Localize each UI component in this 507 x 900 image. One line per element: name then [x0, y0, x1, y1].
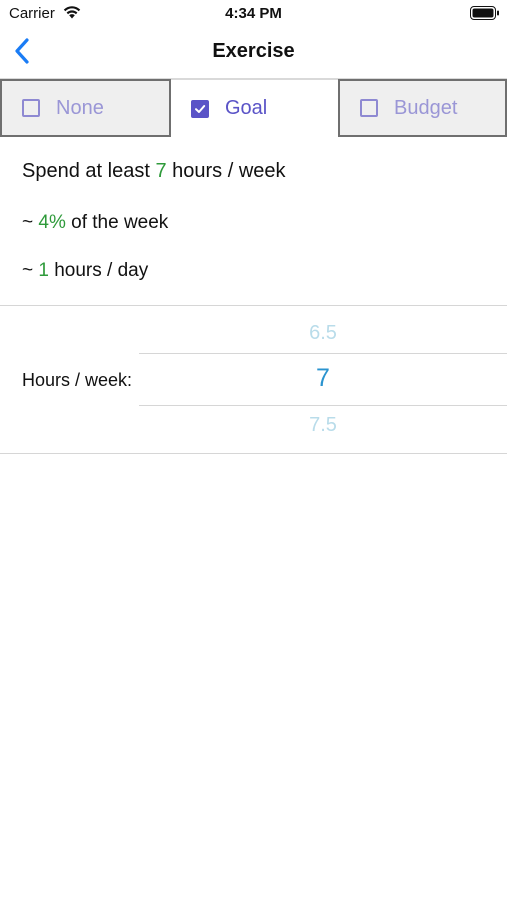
- battery-full-icon: [470, 6, 500, 20]
- checkbox-empty-icon: [22, 99, 40, 117]
- tab-none-label: None: [56, 96, 104, 119]
- hours-per-week-picker[interactable]: 6.5 7 7.5: [139, 310, 507, 450]
- picker-option[interactable]: 7.5: [92, 414, 507, 437]
- picker-selection-line: [139, 353, 507, 354]
- weekly-goal-value: 7: [155, 160, 167, 182]
- tab-budget[interactable]: Budget: [338, 79, 507, 137]
- clock: 4:34 PM: [225, 5, 282, 22]
- daily-hours-value: 1: [38, 260, 49, 281]
- checkbox-checked-icon: [191, 99, 209, 118]
- divider: [0, 453, 507, 454]
- navigation-bar: Exercise: [0, 28, 507, 79]
- picker-selection-line: [139, 405, 507, 406]
- week-percentage-value: 4%: [38, 212, 66, 233]
- tab-none[interactable]: None: [0, 79, 171, 137]
- picker-selected-option[interactable]: 7: [92, 364, 507, 393]
- goal-type-tabs: None Goal Budget: [0, 79, 507, 139]
- daily-hours-text: ~ 1 hours / day: [22, 260, 149, 281]
- page-title: Exercise: [212, 40, 295, 62]
- tab-budget-label: Budget: [394, 96, 458, 119]
- status-bar: Carrier 4:34 PM: [0, 0, 507, 28]
- tab-goal[interactable]: Goal: [171, 79, 338, 137]
- tab-goal-label: Goal: [225, 97, 268, 119]
- checkbox-empty-icon: [360, 99, 378, 117]
- divider: [0, 305, 507, 306]
- weekly-goal-text: Spend at least 7 hours / week: [22, 160, 286, 182]
- week-percentage-text: ~ 4% of the week: [22, 212, 169, 233]
- picker-option[interactable]: 6.5: [92, 322, 507, 345]
